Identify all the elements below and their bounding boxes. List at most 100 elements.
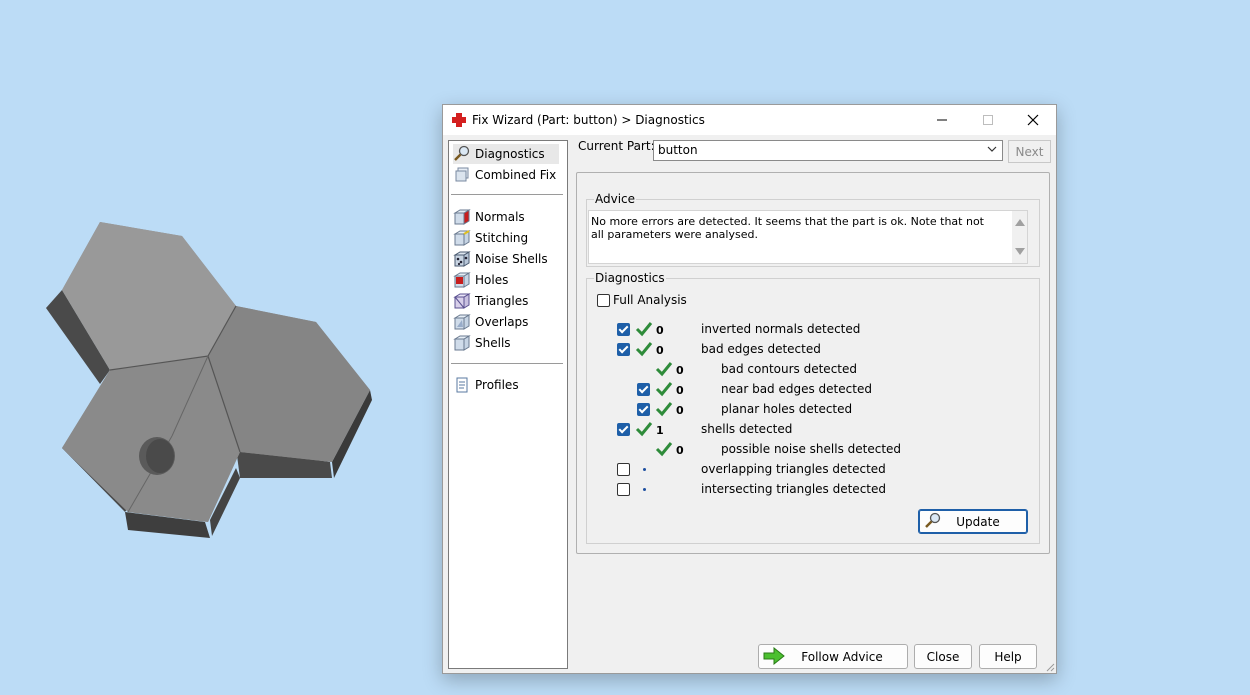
advice-title: Advice [594, 192, 637, 206]
update-button[interactable]: Update [918, 509, 1028, 534]
planar-holes-count: 0 [676, 404, 684, 417]
cube-stack-icon [455, 167, 469, 182]
sidebar-item-label: Noise Shells [475, 252, 548, 266]
intersecting-triangles-checkbox[interactable] [617, 483, 630, 496]
current-part-value: button [658, 143, 698, 157]
near-bad-edges-checkbox[interactable] [637, 383, 650, 396]
inverted-normals-label: inverted normals detected [701, 322, 861, 336]
sidebar-item-label: Overlaps [475, 315, 529, 329]
intersecting-triangles-label: intersecting triangles detected [701, 482, 886, 496]
diagnostics-title: Diagnostics [594, 271, 666, 285]
bad-contours-label: bad contours detected [721, 362, 857, 376]
shells-label: shells detected [701, 422, 793, 436]
noise-shells-count: 0 [676, 444, 684, 457]
shells-cube-icon [453, 335, 471, 351]
advice-group: Advice No more errors are detected. It s… [586, 192, 1040, 267]
current-part-select[interactable]: button [653, 140, 1003, 161]
noise-shells-icon [453, 251, 471, 267]
full-analysis-checkbox[interactable] [597, 294, 610, 307]
minimize-icon [937, 119, 947, 121]
check-mark-icon [655, 442, 673, 457]
update-label: Update [956, 514, 1000, 529]
bad-contours-count: 0 [676, 364, 684, 377]
diagnostics-panel: Advice No more errors are detected. It s… [576, 172, 1050, 554]
stitching-cube-icon [453, 230, 471, 246]
sidebar-item-label: Holes [475, 273, 509, 287]
3d-viewport[interactable] [0, 0, 430, 692]
maximize-icon [983, 115, 993, 125]
close-window-button[interactable] [1010, 105, 1056, 135]
sidebar-item-normals[interactable]: Normals [453, 207, 525, 227]
sidebar-item-label: Stitching [475, 231, 529, 245]
full-analysis-label: Full Analysis [613, 293, 687, 307]
advice-textbox[interactable]: No more errors are detected. It seems th… [588, 210, 1028, 264]
scroll-down-arrow-icon[interactable] [1015, 248, 1025, 255]
sidebar-item-triangles[interactable]: Triangles [453, 291, 528, 311]
wizard-sidebar: Diagnostics Combined Fix Normals Stitchi… [448, 140, 568, 669]
sidebar-item-label: Normals [475, 210, 525, 224]
inverted-normals-checkbox[interactable] [617, 323, 630, 336]
holes-cube-icon [453, 272, 471, 288]
near-bad-edges-count: 0 [676, 384, 684, 397]
bad-edges-count: 0 [656, 344, 664, 357]
noise-shells-label: possible noise shells detected [721, 442, 902, 456]
sidebar-item-label: Diagnostics [475, 147, 545, 161]
sidebar-item-label: Shells [475, 336, 511, 350]
help-button[interactable]: Help [979, 644, 1037, 669]
overlaps-cube-icon [453, 314, 471, 330]
sidebar-item-diagnostics[interactable]: Diagnostics [453, 144, 559, 164]
near-bad-edges-label: near bad edges detected [721, 382, 872, 396]
scroll-up-arrow-icon[interactable] [1015, 219, 1025, 226]
normals-cube-icon [453, 209, 471, 225]
sidebar-item-profiles[interactable]: Profiles [453, 375, 519, 395]
sidebar-item-label: Profiles [475, 378, 519, 392]
tri-arm-model [46, 222, 372, 538]
advice-text: No more errors are detected. It seems th… [591, 215, 984, 241]
close-icon [1027, 114, 1039, 126]
bad-edges-label: bad edges detected [701, 342, 821, 356]
sidebar-item-noise-shells[interactable]: Noise Shells [453, 249, 548, 269]
sidebar-item-shells[interactable]: Shells [453, 333, 511, 353]
triangles-cube-icon [453, 293, 471, 309]
overlapping-triangles-label: overlapping triangles detected [701, 462, 886, 476]
follow-advice-label: Follow Advice [801, 649, 883, 664]
title-bar[interactable]: Fix Wizard (Part: button) > Diagnostics [443, 105, 1056, 135]
check-mark-icon [655, 362, 673, 377]
document-icon [456, 377, 468, 393]
check-mark-icon [635, 422, 653, 437]
red-cross-app-icon [452, 113, 466, 127]
sidebar-item-overlaps[interactable]: Overlaps [453, 312, 528, 332]
planar-holes-label: planar holes detected [721, 402, 853, 416]
next-button[interactable]: Next [1008, 140, 1051, 163]
maximize-button[interactable] [965, 105, 1011, 135]
window-title: Fix Wizard (Part: button) > Diagnostics [472, 113, 705, 127]
resize-grip-icon[interactable] [1045, 662, 1055, 672]
shells-checkbox[interactable] [617, 423, 630, 436]
diagnostics-group: Diagnostics Full Analysis 0 inverted nor… [586, 271, 1040, 544]
sidebar-item-stitching[interactable]: Stitching [453, 228, 528, 248]
planar-holes-checkbox[interactable] [637, 403, 650, 416]
minimize-button[interactable] [919, 105, 965, 135]
sidebar-item-label: Triangles [475, 294, 529, 308]
check-mark-icon [635, 342, 653, 357]
inverted-normals-count: 0 [656, 324, 664, 337]
close-button[interactable]: Close [914, 644, 972, 669]
shells-count: 1 [656, 424, 664, 437]
sidebar-item-label: Combined Fix [475, 168, 557, 182]
magnifier-icon [925, 512, 941, 528]
fix-wizard-window: Fix Wizard (Part: button) > Diagnostics … [442, 104, 1057, 674]
check-mark-icon [655, 402, 673, 417]
check-mark-icon [635, 322, 653, 337]
chevron-down-icon [987, 146, 997, 152]
green-arrow-right-icon [763, 647, 785, 665]
overlapping-triangles-checkbox[interactable] [617, 463, 630, 476]
advice-scrollbar[interactable] [1012, 211, 1027, 263]
current-part-label: Current Part: [578, 139, 655, 153]
follow-advice-button[interactable]: Follow Advice [758, 644, 908, 669]
bad-edges-checkbox[interactable] [617, 343, 630, 356]
check-mark-icon [655, 382, 673, 397]
sidebar-item-combined-fix[interactable]: Combined Fix [453, 165, 556, 185]
magnifier-icon [454, 145, 470, 161]
sidebar-divider [451, 363, 563, 364]
sidebar-item-holes[interactable]: Holes [453, 270, 508, 290]
